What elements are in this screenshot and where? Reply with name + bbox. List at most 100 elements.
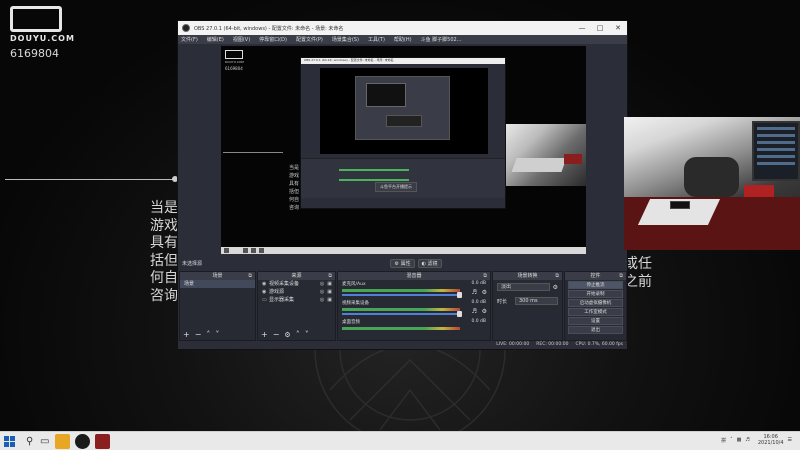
- add-scene-icon[interactable]: +: [183, 330, 190, 339]
- channel-db: 0.0 dB: [471, 319, 486, 324]
- gamepad-icon: ◉: [262, 289, 267, 295]
- app-icon-yellow[interactable]: [55, 434, 70, 449]
- lock-icon[interactable]: ▣: [327, 288, 332, 296]
- menu-edit[interactable]: 编辑(E): [207, 36, 224, 43]
- lock-icon[interactable]: ▣: [327, 280, 332, 288]
- menu-scene-collection[interactable]: 场景集合(S): [332, 36, 359, 43]
- slider-knob[interactable]: [457, 292, 462, 298]
- obs-titlebar[interactable]: OBS 27.0.1 (64-bit, windows) - 配置文件: 未命名…: [178, 21, 627, 35]
- menu-docks[interactable]: 停靠窗口(D): [259, 36, 287, 43]
- sources-dock-header: 来源 ⧉: [258, 272, 335, 280]
- windows-start-icon[interactable]: [4, 436, 15, 447]
- scenes-dock-header: 场景 ⧉: [180, 272, 255, 280]
- obs-window[interactable]: OBS 27.0.1 (64-bit, windows) - 配置文件: 未命名…: [177, 20, 628, 350]
- controls-dock-title: 控件: [590, 273, 601, 279]
- start-recording-button[interactable]: 开始录制: [568, 290, 623, 298]
- undock-icon[interactable]: ⧉: [328, 272, 332, 280]
- phone: [670, 201, 690, 209]
- notification-icon[interactable]: ☰: [788, 437, 792, 443]
- speaker-icon[interactable]: ♬: [472, 308, 477, 315]
- studio-mode-button[interactable]: 工作室模式: [568, 308, 623, 316]
- volume-slider[interactable]: [342, 292, 462, 298]
- task-view-icon[interactable]: ▭: [40, 435, 49, 448]
- channel-name: 麦克风/Aux: [342, 282, 366, 287]
- gear-icon[interactable]: ⚙: [482, 289, 487, 296]
- divider-line: [5, 179, 175, 180]
- menu-view[interactable]: 视图(V): [233, 36, 250, 43]
- camera-icon: ◉: [262, 281, 267, 287]
- douyu-brand-text: DOUYU.COM: [10, 34, 75, 43]
- ime-indicator[interactable]: 拼: [721, 437, 726, 444]
- preview-brand-text: DOUYU.COM: [225, 60, 244, 64]
- background-text-left: 当是 游戏 具有 括但 何自 咨询: [150, 200, 178, 305]
- undock-icon[interactable]: ⧉: [483, 272, 487, 280]
- exit-button[interactable]: 退出: [568, 326, 623, 334]
- visibility-eye-icon[interactable]: ◎: [320, 288, 324, 296]
- preview-logo-mark: [225, 50, 243, 59]
- maximize-icon[interactable]: □: [591, 24, 609, 32]
- undock-icon[interactable]: ⧉: [555, 272, 559, 280]
- app-icon: [251, 248, 256, 253]
- live-timer: LIVE: 00:00:00: [496, 341, 530, 347]
- obs-preview[interactable]: DOUYU.COM 6169804 当是 游戏 具有 括但 何自 咨询 OBS …: [221, 46, 586, 254]
- sources-dock-title: 来源: [291, 273, 302, 279]
- app-icon-red[interactable]: [95, 434, 110, 449]
- volume-slider[interactable]: [342, 311, 462, 317]
- gear-icon[interactable]: ⚙: [284, 331, 290, 339]
- menu-file[interactable]: 文件(F): [181, 36, 198, 43]
- filters-button[interactable]: ◐ 滤镜: [417, 259, 442, 268]
- minimize-icon[interactable]: —: [573, 24, 591, 32]
- search-icon[interactable]: ⚲: [26, 435, 33, 448]
- text-line: 当是: [289, 165, 300, 171]
- nested-inner-window: [355, 76, 450, 140]
- source-item[interactable]: ▭ 显示器采集 ◎ ▣: [258, 296, 335, 304]
- slider-knob[interactable]: [457, 311, 462, 317]
- visibility-eye-icon[interactable]: ◎: [320, 280, 324, 288]
- volume-icon[interactable]: ♬: [745, 437, 749, 443]
- speaker-icon[interactable]: ♬: [472, 289, 477, 296]
- network-icon[interactable]: ▩: [737, 437, 742, 443]
- text-line: 或任: [624, 256, 652, 272]
- source-item[interactable]: ◉ 游戏源 ◎ ▣: [258, 288, 335, 296]
- properties-button[interactable]: ⚙ 属性: [390, 259, 415, 268]
- source-item[interactable]: ◉ 视频采集设备 ◎ ▣: [258, 280, 335, 288]
- text-line: 何自: [150, 270, 178, 286]
- window-title: OBS 27.0.1 (64-bit, windows) - 配置文件: 未命名…: [194, 25, 344, 32]
- gear-icon[interactable]: ⚙: [553, 284, 558, 291]
- stop-streaming-button[interactable]: 停止推流: [568, 281, 623, 289]
- obs-taskbar-icon[interactable]: [75, 434, 90, 449]
- menu-help[interactable]: 帮助(H): [394, 36, 412, 43]
- undock-icon[interactable]: ⧉: [248, 272, 252, 280]
- lock-icon[interactable]: ▣: [327, 296, 332, 304]
- add-source-icon[interactable]: +: [261, 330, 268, 339]
- gear-icon[interactable]: ⚙: [482, 308, 487, 315]
- clock[interactable]: 16:06 2021/10/4: [758, 434, 784, 446]
- virtual-camera-button[interactable]: 启动虚拟摄像机: [568, 299, 623, 307]
- red-object: [564, 154, 582, 164]
- controls-dock: 控件 ⧉ 停止推流 开始录制 启动虚拟摄像机 工作室模式 设置 退出: [564, 271, 627, 341]
- chevron-up-icon[interactable]: ˄: [730, 437, 733, 443]
- close-icon[interactable]: ✕: [609, 24, 627, 32]
- move-down-icon[interactable]: ˅: [215, 330, 219, 339]
- undock-icon[interactable]: ⧉: [619, 272, 623, 280]
- remove-source-icon[interactable]: −: [273, 330, 280, 339]
- move-down-icon[interactable]: ˅: [305, 330, 309, 339]
- transition-type-select[interactable]: 淡出: [497, 283, 550, 291]
- start-icon: [224, 248, 229, 253]
- webcam-overlay: [624, 117, 800, 250]
- menu-douyu[interactable]: 斗鱼 脚子脚502...: [421, 36, 462, 43]
- text-line: 咨询: [289, 205, 300, 211]
- move-up-icon[interactable]: ˄: [296, 330, 300, 339]
- visibility-eye-icon[interactable]: ◎: [320, 296, 324, 304]
- scenes-dock-title: 场景: [212, 273, 223, 279]
- nested-preview: [320, 68, 488, 154]
- scene-item[interactable]: 场景: [180, 280, 255, 288]
- menu-tools[interactable]: 工具(T): [368, 36, 385, 43]
- obs-statusbar: LIVE: 00:00:00 REC: 00:00:00 CPU: 0.7%, …: [178, 339, 627, 349]
- settings-button[interactable]: 设置: [568, 317, 623, 325]
- mixer-channel: 桌面音频 0.0 dB: [338, 318, 490, 337]
- remove-scene-icon[interactable]: −: [195, 330, 202, 339]
- menu-profile[interactable]: 配置文件(P): [296, 36, 323, 43]
- duration-input[interactable]: 300 ms: [515, 297, 558, 305]
- move-up-icon[interactable]: ˄: [206, 330, 210, 339]
